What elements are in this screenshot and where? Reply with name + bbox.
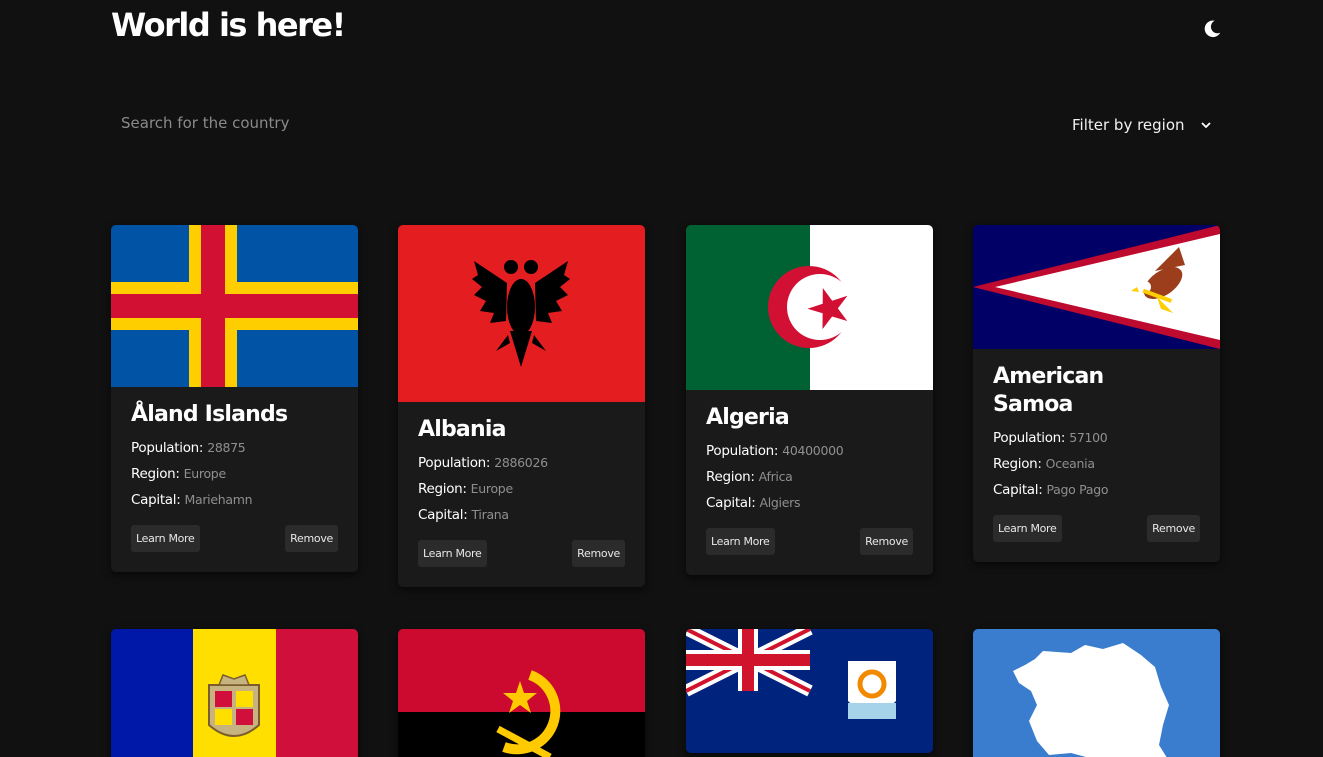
flag-aland-islands (111, 225, 358, 387)
capital-row: Capital: Mariehamn (131, 492, 253, 508)
remove-button[interactable]: Remove (1147, 515, 1200, 542)
capital-row: Capital: Pago Pago (993, 482, 1109, 498)
region-row: Region: Africa (706, 469, 793, 485)
flag-angola (398, 629, 645, 757)
chevron-down-icon (1201, 122, 1211, 129)
country-name: American Samoa (993, 364, 1104, 417)
remove-button[interactable]: Remove (860, 528, 913, 555)
flag-algeria (686, 225, 933, 390)
moon-icon[interactable] (1201, 18, 1223, 40)
learn-more-button[interactable]: Learn More (418, 540, 487, 567)
remove-button[interactable]: Remove (285, 525, 338, 552)
population-row: Population: 40400000 (706, 443, 844, 459)
remove-button[interactable]: Remove (572, 540, 625, 567)
page-title: World is here! (111, 6, 346, 44)
region-row: Region: Europe (131, 466, 226, 482)
country-card[interactable] (111, 629, 358, 757)
population-row: Population: 57100 (993, 430, 1108, 446)
country-name: Albania (418, 417, 506, 442)
country-card[interactable] (973, 629, 1220, 757)
country-card[interactable]: Åland Islands Population: 28875 Region: … (111, 225, 358, 572)
flag-american-samoa (973, 225, 1220, 349)
flag-albania (398, 225, 645, 402)
country-card[interactable]: American Samoa Population: 57100 Region:… (973, 225, 1220, 562)
flag-andorra (111, 629, 358, 757)
country-card[interactable] (686, 629, 933, 753)
flag-antarctica (973, 629, 1220, 757)
filter-label: Filter by region (1072, 116, 1185, 134)
region-row: Region: Europe (418, 481, 513, 497)
learn-more-button[interactable]: Learn More (706, 528, 775, 555)
region-filter-dropdown[interactable]: Filter by region (1062, 106, 1222, 144)
flag-anguilla (686, 629, 933, 753)
learn-more-button[interactable]: Learn More (131, 525, 200, 552)
capital-row: Capital: Algiers (706, 495, 801, 511)
country-name: Algeria (706, 405, 790, 430)
capital-row: Capital: Tirana (418, 507, 509, 523)
country-name: Åland Islands (131, 402, 288, 427)
country-card[interactable]: Algeria Population: 40400000 Region: Afr… (686, 225, 933, 575)
region-row: Region: Oceania (993, 456, 1095, 472)
search-input[interactable] (111, 100, 531, 146)
country-card[interactable] (398, 629, 645, 757)
learn-more-button[interactable]: Learn More (993, 515, 1062, 542)
population-row: Population: 2886026 (418, 455, 548, 471)
population-row: Population: 28875 (131, 440, 246, 456)
country-card[interactable]: Albania Population: 2886026 Region: Euro… (398, 225, 645, 587)
